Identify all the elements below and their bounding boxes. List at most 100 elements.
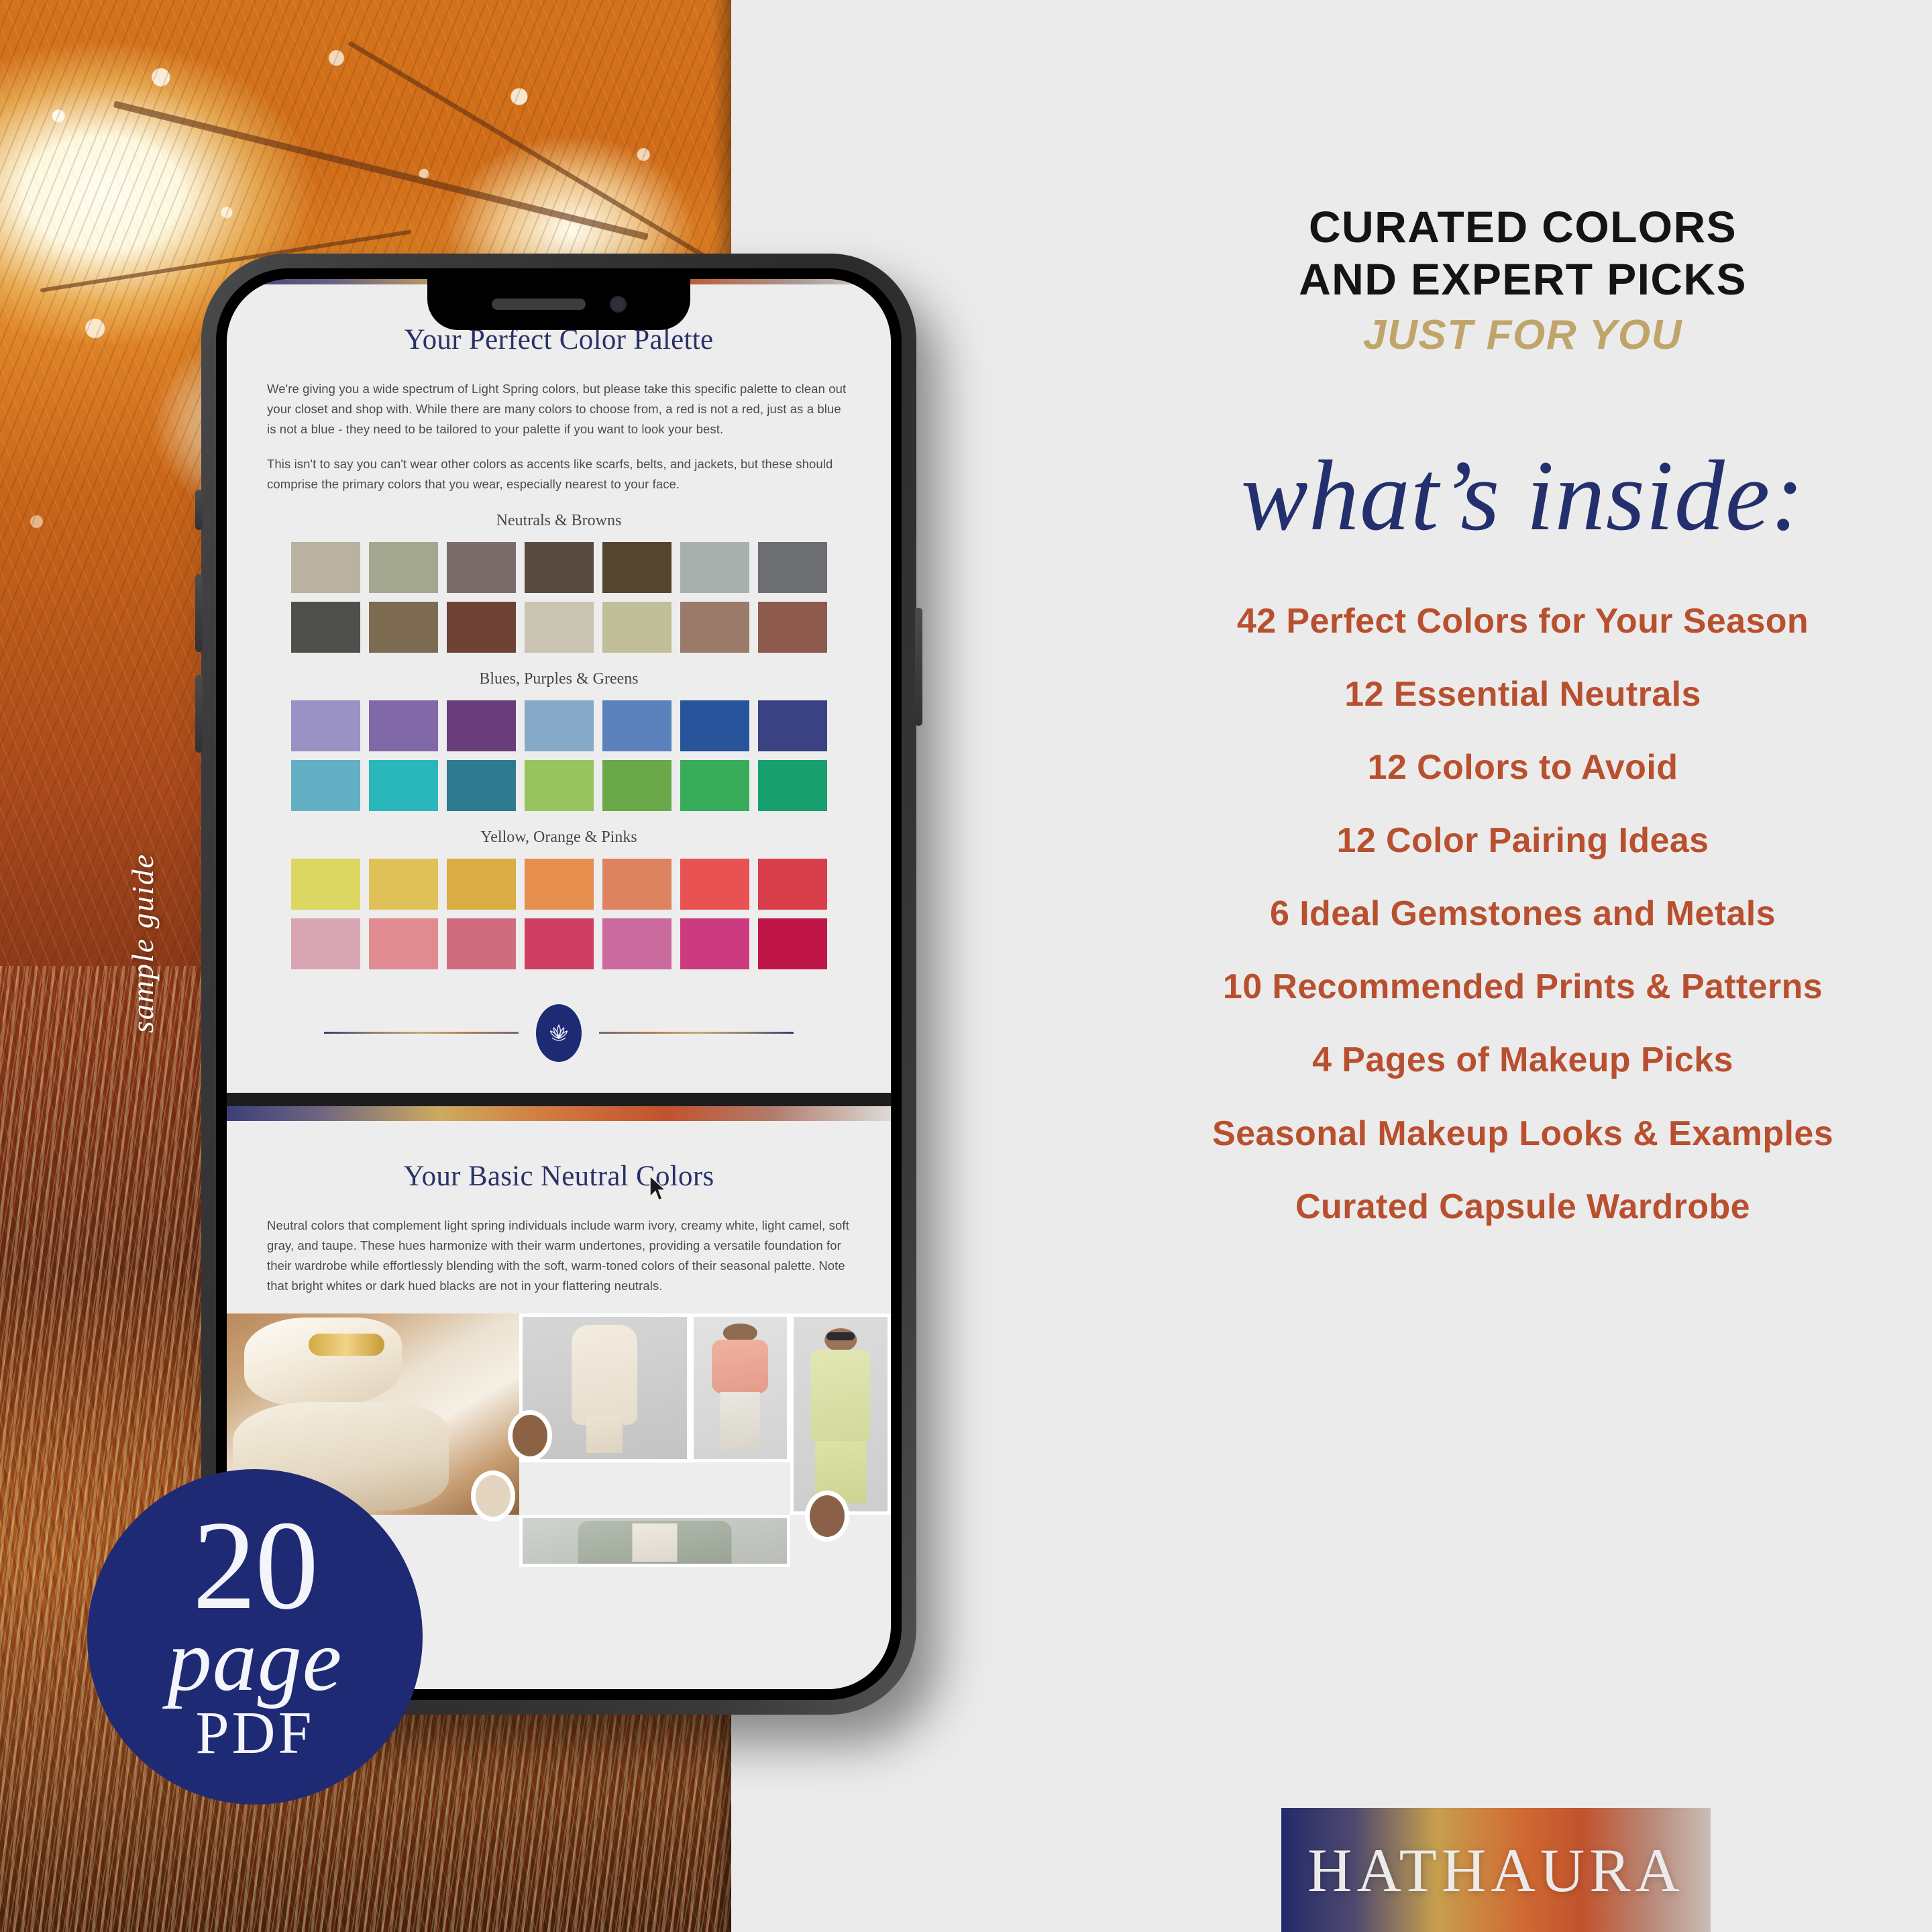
color-swatch: [290, 918, 360, 969]
peach-shirt: [712, 1339, 769, 1394]
phone-volume-up-button[interactable]: [195, 574, 203, 652]
page2-paragraph-1: Neutral colors that complement light spr…: [267, 1218, 849, 1293]
page2-photo-grid-wrapper: [227, 1313, 891, 1567]
photo-lime-suit: [790, 1313, 891, 1515]
page2-title: Your Basic Neutral Colors: [403, 1160, 714, 1192]
page1-paragraph-1: We're giving you a wide spectrum of Ligh…: [267, 382, 847, 436]
color-swatch: [757, 918, 827, 969]
phone-notch: [427, 279, 690, 330]
photo-peach-shirt: [690, 1313, 791, 1462]
color-swatch: [680, 858, 749, 910]
photo-sage-blazer: [519, 1514, 791, 1567]
feature-item: Seasonal Makeup Looks & Examples: [1212, 1114, 1834, 1153]
feature-item: 10 Recommended Prints & Patterns: [1222, 967, 1823, 1007]
palette-section-label: Blues, Purples & Greens: [479, 669, 639, 688]
page-separator: [227, 1092, 891, 1106]
document-page2-gradient-bar: [227, 1106, 891, 1121]
feature-item: 12 Color Pairing Ideas: [1336, 821, 1709, 861]
color-swatch: [446, 541, 516, 593]
color-swatch: [446, 918, 516, 969]
color-swatch: [368, 858, 438, 910]
color-swatch: [524, 759, 594, 811]
color-swatch: [680, 541, 749, 593]
feature-item: 12 Colors to Avoid: [1367, 747, 1678, 787]
coat-silhouette: [572, 1325, 638, 1425]
whats-inside-heading: what’s inside:: [1240, 439, 1805, 551]
right-content-panel: CURATED COLORS AND EXPERT PICKS JUST FOR…: [1114, 0, 1932, 1932]
document-page-2: Your Basic Neutral Colors Neutral colors…: [227, 1120, 891, 1296]
color-swatch: [368, 601, 438, 653]
feature-item: 6 Ideal Gemstones and Metals: [1270, 894, 1776, 934]
color-swatch: [368, 918, 438, 969]
fashion-photo-grid: [227, 1313, 891, 1567]
lotus-icon: [536, 1004, 582, 1062]
sunglasses-icon: [826, 1332, 855, 1340]
color-swatch: [524, 858, 594, 910]
fur-texture: [244, 1317, 402, 1406]
swatch-row: [267, 918, 851, 969]
brand-name: HATHAURA: [1307, 1835, 1684, 1904]
color-swatch: [602, 601, 672, 653]
color-swatch: [602, 759, 672, 811]
color-swatch: [524, 700, 594, 751]
color-swatch: [446, 858, 516, 910]
feature-list: 42 Perfect Colors for Your Season 12 Esse…: [1114, 601, 1932, 1226]
color-swatch: [290, 541, 360, 593]
color-swatch: [446, 700, 516, 751]
front-camera-icon: [609, 295, 627, 313]
color-palette-sections: Neutrals & Browns Blues, Purples & Greens…: [267, 512, 851, 969]
kicker-line-2: AND EXPERT PICKS: [1299, 254, 1747, 304]
color-swatch: [290, 700, 360, 751]
inner-top: [632, 1523, 678, 1562]
feature-item: 12 Essential Neutrals: [1344, 674, 1701, 714]
palette-section-label: Neutrals & Browns: [496, 511, 622, 529]
color-swatch: [524, 541, 594, 593]
feature-item: 4 Pages of Makeup Picks: [1312, 1040, 1733, 1080]
badge-format: PDF: [195, 1700, 315, 1767]
phone-screen[interactable]: Your Perfect Color Palette We're giving …: [227, 279, 891, 1689]
color-swatch: [757, 541, 827, 593]
color-swatch: [680, 759, 749, 811]
color-swatch: [368, 541, 438, 593]
color-dot-taupe: [805, 1490, 850, 1542]
white-jeans: [720, 1392, 760, 1449]
mouse-cursor: [648, 1175, 668, 1206]
divider-rule-left: [324, 1032, 519, 1034]
sample-guide-label: sample guide: [125, 853, 160, 1033]
swatch-row: [267, 858, 851, 910]
color-swatch: [602, 858, 672, 910]
color-swatch: [446, 759, 516, 811]
outfit-collage: [470, 1313, 891, 1567]
document-page-1: Your Perfect Color Palette We're giving …: [227, 284, 891, 1062]
page1-paragraph-2: This isn't to say you can't wear other c…: [267, 456, 833, 491]
color-swatch: [680, 918, 749, 969]
feature-item: 42 Perfect Colors for Your Season: [1236, 601, 1809, 641]
color-swatch: [290, 759, 360, 811]
color-swatch: [680, 601, 749, 653]
color-swatch: [368, 759, 438, 811]
badge-number: 20: [193, 1495, 319, 1636]
color-swatch: [757, 601, 827, 653]
phone-power-button[interactable]: [915, 608, 922, 726]
color-swatch: [602, 918, 672, 969]
brand-logo-banner: HATHAURA: [1281, 1808, 1711, 1932]
color-dot-cream: [470, 1470, 515, 1521]
divider-rule-right: [599, 1032, 794, 1034]
swatch-row: [267, 541, 851, 593]
color-swatch: [368, 700, 438, 751]
color-swatch: [290, 601, 360, 653]
lime-blazer: [810, 1350, 871, 1444]
feature-item: Curated Capsule Wardrobe: [1295, 1187, 1750, 1226]
color-swatch: [757, 700, 827, 751]
kicker-headline: CURATED COLORS AND EXPERT PICKS JUST FOR…: [1114, 0, 1932, 359]
color-dot-brown: [507, 1409, 552, 1461]
page-count-badge: 20 page PDF: [87, 1469, 423, 1805]
earpiece-speaker-icon: [491, 298, 586, 310]
color-swatch: [524, 601, 594, 653]
swatch-row: [267, 601, 851, 653]
section-divider: [267, 1004, 851, 1062]
color-swatch: [602, 541, 672, 593]
phone-volume-down-button[interactable]: [195, 675, 203, 753]
swatch-row: [267, 759, 851, 811]
phone-mute-switch[interactable]: [195, 490, 203, 530]
